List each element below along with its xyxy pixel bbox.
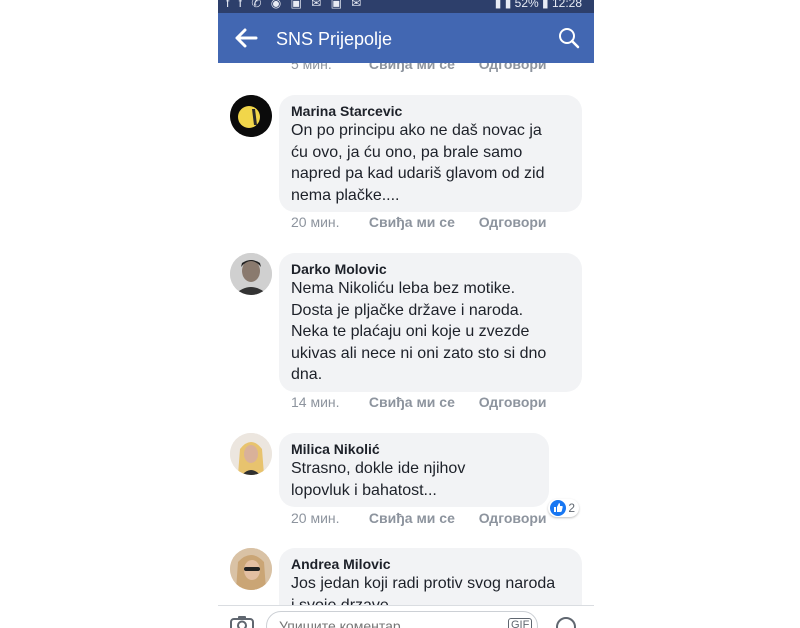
battery-level: 52%	[514, 0, 539, 10]
signal-icon: ▮ ▮	[494, 0, 512, 10]
like-button[interactable]: Свиђа ми се	[369, 214, 455, 230]
reply-button[interactable]: Одговори	[479, 394, 547, 410]
comment-input[interactable]	[266, 611, 538, 628]
comment-text: Nema Nikoliću leba bez motike. Dosta je …	[291, 278, 570, 386]
gif-icon[interactable]: GIF	[508, 618, 533, 628]
comment-line: Jos jedan koji radi protiv svog naroda	[291, 575, 556, 592]
comment-text: On po principu ako ne daš novac ja ću ov…	[291, 120, 570, 206]
comment-time: 20 мин.	[291, 214, 340, 230]
like-button[interactable]: Свиђа ми се	[369, 510, 455, 526]
comment-bubble: Marina Starcevic On po principu ako ne d…	[279, 95, 582, 212]
comment-line: Strasno, dokle ide njihov	[291, 460, 466, 477]
reply-button[interactable]: Одговори	[479, 510, 547, 526]
comment-line: Nema Nikoliću leba bez motike.	[291, 280, 516, 297]
comment-actions: 20 мин. Свиђа ми се Одговори	[291, 214, 567, 232]
comment-line: Dosta je pljačke države i naroda.	[291, 301, 524, 319]
woman-avatar-image	[230, 548, 272, 590]
clock: 12:28	[551, 0, 582, 10]
comment-feed[interactable]: 5 мин. Свиђа ми се Одговори Marina Starc…	[218, 63, 594, 605]
woman-avatar-image	[230, 433, 272, 475]
comment-author[interactable]: Marina Starcevic	[291, 102, 570, 120]
battery-icon: ▮	[542, 0, 549, 10]
comment-text: Jos jedan koji radi protiv svog naroda i…	[291, 573, 570, 605]
comment-author[interactable]: Darko Molovic	[291, 260, 570, 278]
comment-line: ukivas ali nece ni oni zato sto si dno	[291, 344, 547, 362]
comment-bubble: Milica Nikolić Strasno, dokle ide njihov…	[279, 433, 579, 517]
comment-actions: 14 мин. Свиђа ми се Одговори	[291, 394, 567, 412]
comment-author[interactable]: Milica Nikolić	[291, 440, 537, 458]
phone-screen: f f ✆ ◉ ▣ ✉ ▣ ✉ ▮ ▮ 52% ▮ 12:28 SNS Prij…	[218, 0, 594, 628]
comment-time: 14 мин.	[291, 394, 340, 410]
like-button[interactable]: Свиђа ми се	[369, 63, 455, 72]
comment-text: Strasno, dokle ide njihov lopovluk i bah…	[291, 458, 537, 501]
back-arrow-icon[interactable]	[234, 27, 258, 49]
comment-bubble: Darko Molovic Nema Nikoliću leba bez mot…	[279, 253, 582, 392]
comment-line: lopovluk i bahatost...	[291, 481, 437, 499]
avatar[interactable]	[230, 433, 272, 475]
status-bar: f f ✆ ◉ ▣ ✉ ▣ ✉ ▮ ▮ 52% ▮ 12:28	[218, 0, 594, 13]
avatar[interactable]	[230, 95, 272, 137]
comment-line: napred pa kad udariš glavom od zid	[291, 165, 545, 182]
page-title: SNS Prijepolje	[276, 29, 393, 49]
comment-line: On po principu ako ne daš novac ja	[291, 122, 542, 139]
search-icon[interactable]	[558, 27, 580, 49]
moon-avatar-image	[230, 95, 272, 137]
reaction-count: 2	[568, 501, 575, 515]
notification-icons: f f ✆ ◉ ▣ ✉ ▣ ✉	[226, 0, 365, 10]
avatar[interactable]	[230, 548, 272, 590]
like-button[interactable]: Свиђа ми се	[369, 394, 455, 410]
comment-line: Neka te plaćaju oni koje u zvezde	[291, 323, 530, 340]
comment-actions: 5 мин. Свиђа ми се Одговори	[291, 63, 567, 74]
avatar[interactable]	[230, 253, 272, 295]
comment-line: ću ovo, ja ću ono, pa brale samo	[291, 143, 523, 161]
reply-button[interactable]: Одговори	[479, 214, 547, 230]
emoji-icon[interactable]	[556, 617, 576, 628]
comment-line: nema plačke....	[291, 186, 400, 204]
comment-bubble: Andrea Milovic Jos jedan koji radi proti…	[279, 548, 582, 605]
comment-composer: GIF	[218, 605, 594, 628]
app-bar: SNS Prijepolje	[218, 13, 594, 63]
comment-actions: 20 мин. Свиђа ми се Одговори	[291, 510, 567, 528]
comment-line: i svoje drzave...	[291, 596, 403, 606]
camera-icon[interactable]	[230, 615, 254, 628]
comment-time: 20 мин.	[291, 510, 340, 526]
reply-button[interactable]: Одговори	[479, 63, 547, 72]
comment-line: dna.	[291, 366, 323, 383]
comment-time: 5 мин.	[291, 63, 332, 72]
comment-author[interactable]: Andrea Milovic	[291, 555, 570, 573]
man-avatar-image	[230, 253, 272, 295]
